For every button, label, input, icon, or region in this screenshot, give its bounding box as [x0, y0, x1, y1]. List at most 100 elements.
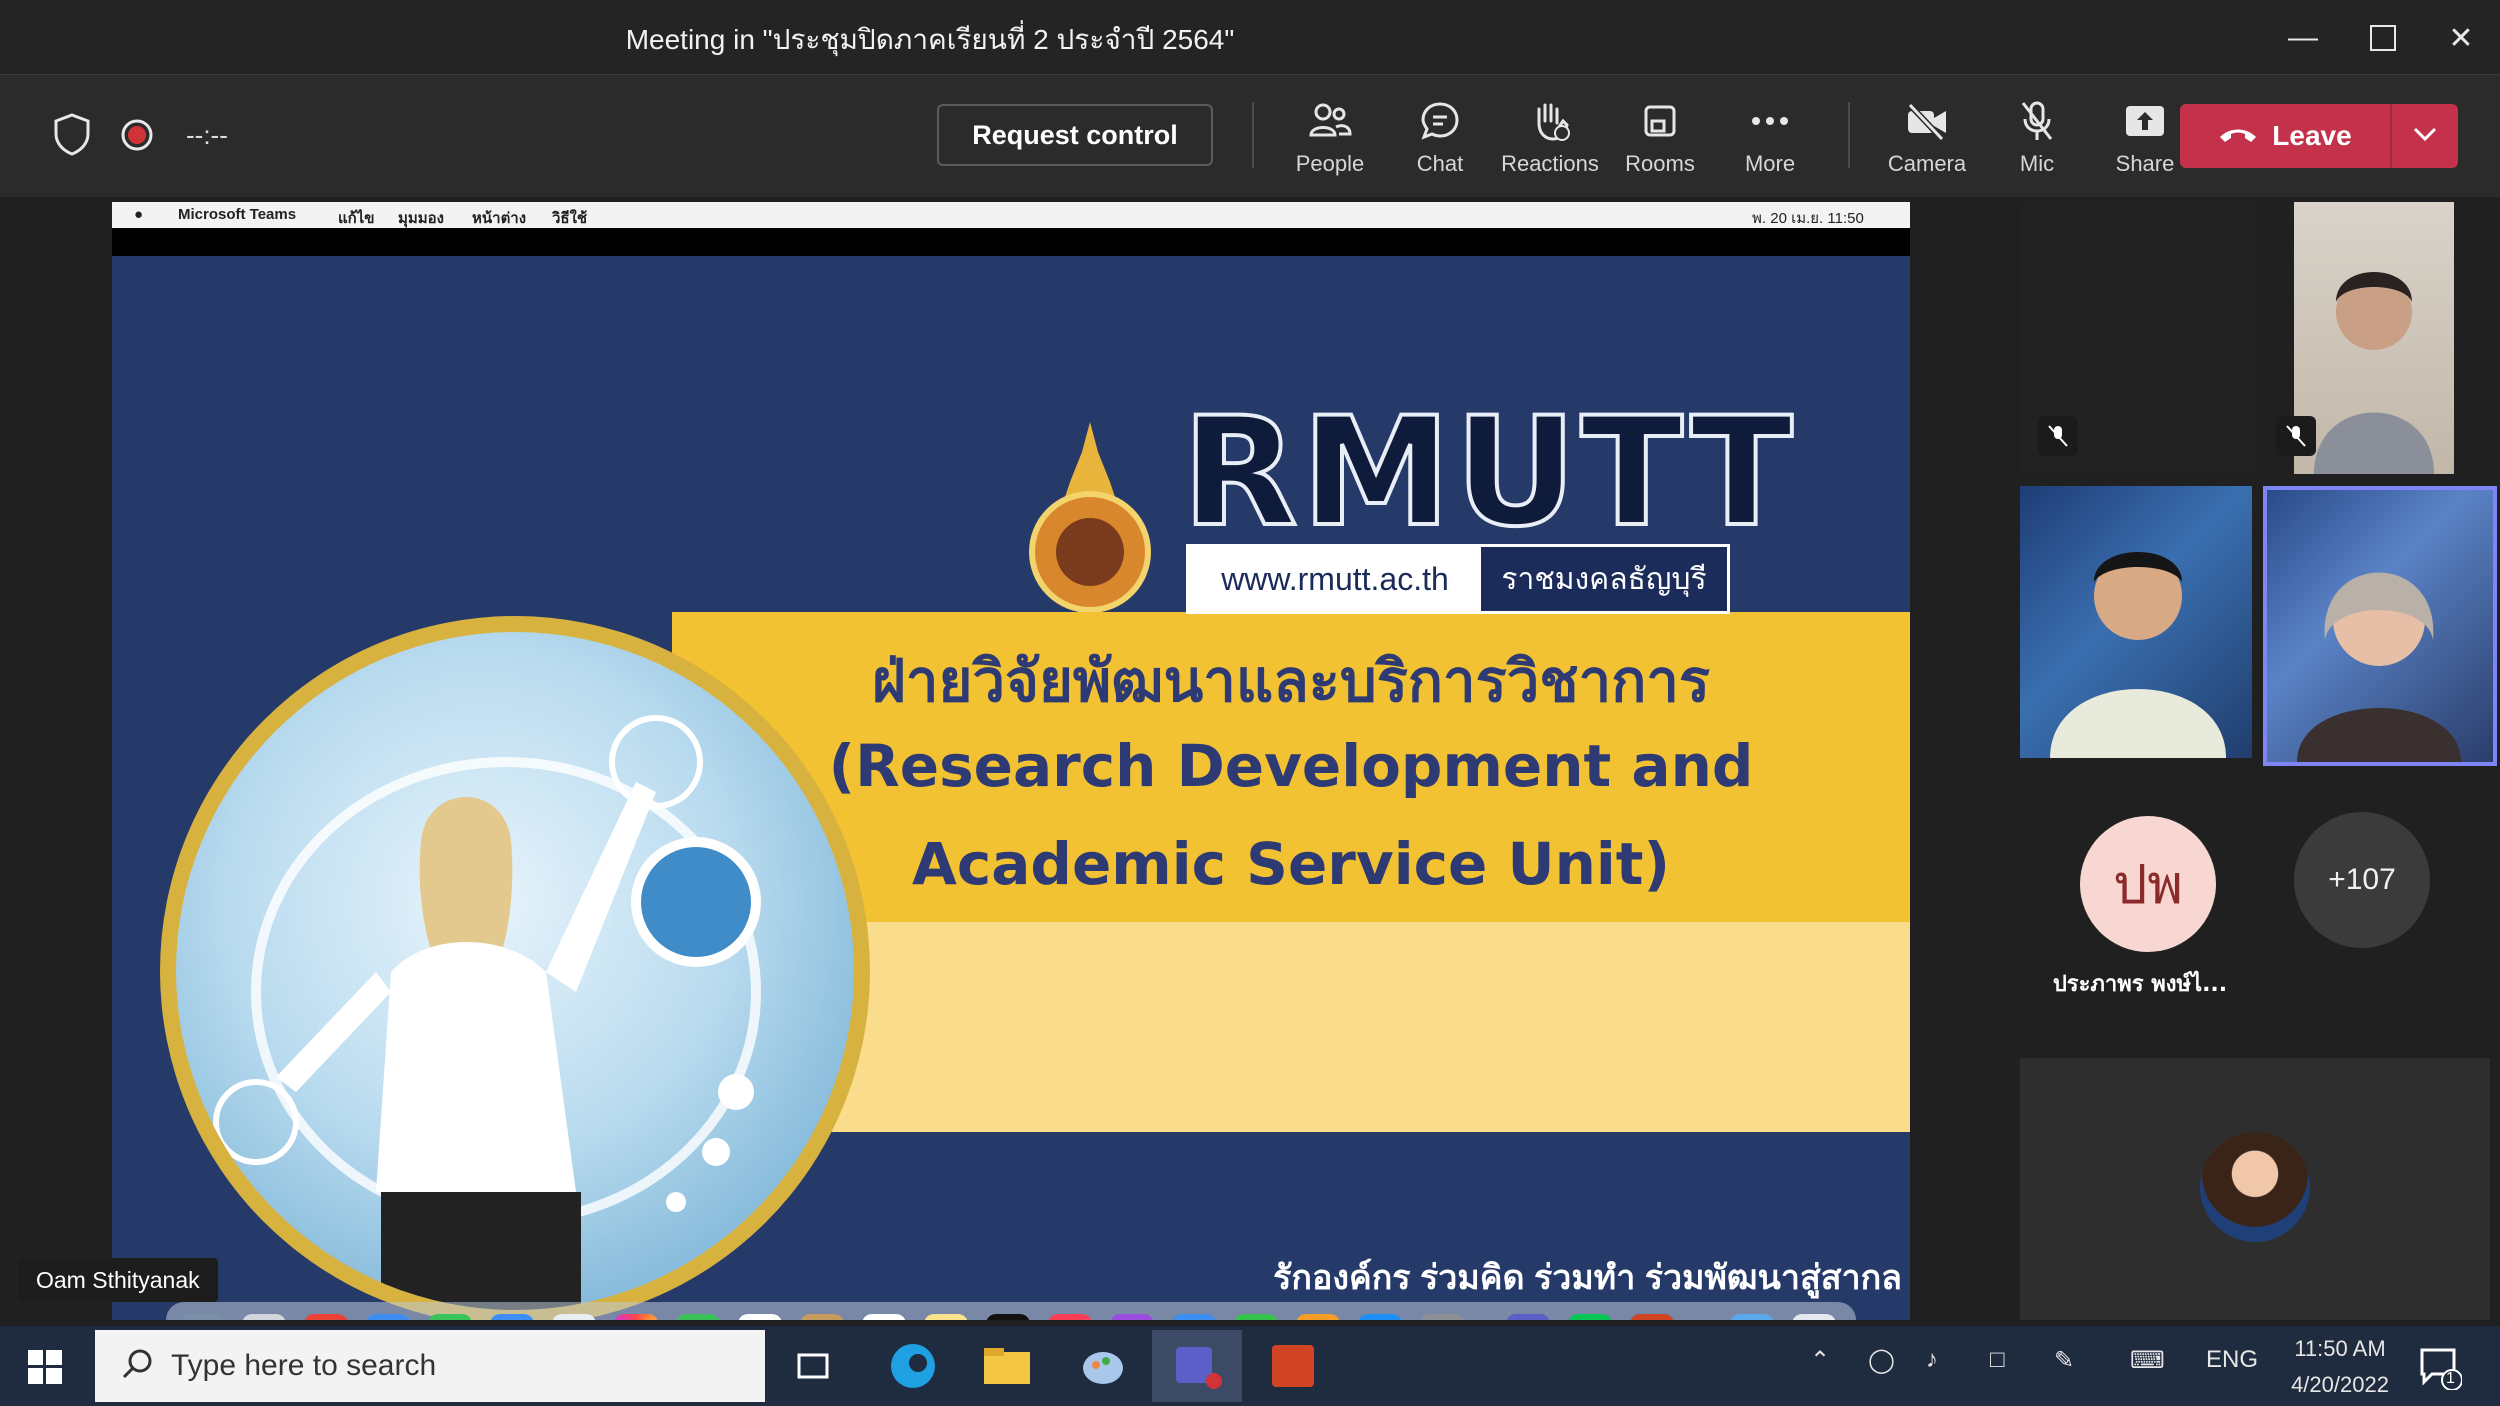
maps-icon[interactable] — [552, 1314, 596, 1320]
recording-icon — [120, 118, 154, 157]
rooms-label: Rooms — [1625, 151, 1695, 176]
line-icon[interactable] — [1568, 1314, 1612, 1320]
messages-icon[interactable] — [428, 1314, 472, 1320]
participant-name: ประภาพร พงษ์ไ... — [2052, 972, 2228, 997]
teams-icon[interactable] — [1506, 1314, 1550, 1320]
notification-center-icon[interactable]: 1 — [2418, 1346, 2463, 1395]
app-store-icon[interactable] — [1358, 1314, 1402, 1320]
pen-icon[interactable]: ✎ — [2054, 1346, 2074, 1375]
slide-illustration — [176, 632, 854, 1310]
more-icon — [1715, 95, 1825, 147]
active-speaker-video[interactable] — [2263, 486, 2497, 766]
participant-video[interactable] — [2020, 202, 2258, 474]
pages-icon[interactable] — [1296, 1314, 1340, 1320]
mic-muted-icon — [2276, 416, 2316, 456]
presenter-name: Oam Sthityanak — [18, 1258, 218, 1302]
system-preferences-icon[interactable] — [1420, 1314, 1464, 1320]
mic-label: Mic — [2019, 151, 2055, 176]
chevron-down-icon — [2413, 127, 2437, 146]
rmutt-url: www.rmutt.ac.th — [1221, 560, 1449, 597]
leave-button[interactable]: Leave — [2180, 104, 2390, 168]
more-label: More — [1744, 151, 1796, 176]
language-indicator[interactable]: ENG — [2206, 1346, 2258, 1374]
university-seal-icon — [1020, 422, 1160, 613]
mic-muted-icon — [2038, 416, 2078, 456]
search-placeholder: Type here to search — [171, 1349, 437, 1382]
close-button[interactable]: ✕ — [2422, 10, 2500, 66]
windows-start-icon[interactable] — [28, 1350, 62, 1389]
task-view-icon[interactable] — [768, 1330, 858, 1402]
mac-menubar: ● Microsoft Teams แก้ไข มุมมอง หน้าต่าง … — [112, 202, 1910, 228]
file-explorer-icon[interactable] — [962, 1330, 1052, 1402]
meeting-timer: --:-- — [186, 120, 228, 150]
request-control-button[interactable]: Request control — [937, 104, 1213, 166]
apple-tv-icon[interactable] — [986, 1314, 1030, 1320]
mac-clock: พ. 20 เม.ย. 11:50 — [1752, 210, 1864, 227]
camera-button[interactable]: Camera — [1872, 95, 1982, 187]
trash-icon[interactable] — [1792, 1314, 1836, 1320]
more-button[interactable]: More — [1715, 95, 1825, 187]
mac-menu-item: มุมมอง — [398, 210, 444, 227]
reminders-icon[interactable] — [862, 1314, 906, 1320]
shared-screen: ● Microsoft Teams แก้ไข มุมมอง หน้าต่าง … — [112, 202, 1910, 1320]
camera-label: Camera — [1887, 151, 1967, 176]
title-bar: Meeting in "ประชุมปิดภาคเรียนที่ 2 ประจำ… — [0, 0, 2500, 75]
toolbar-divider — [1252, 102, 1254, 168]
taskbar-date[interactable]: 4/20/2022 — [2270, 1372, 2410, 1398]
maximize-button[interactable] — [2344, 10, 2422, 66]
calendar-icon[interactable]: 20 — [738, 1314, 782, 1320]
mac-menu-item: แก้ไข — [338, 210, 375, 227]
search-icon — [121, 1348, 153, 1385]
slide-top-border — [112, 228, 1910, 256]
powerpoint-taskbar-icon[interactable] — [1248, 1330, 1338, 1402]
edge-icon[interactable] — [868, 1330, 958, 1402]
slide-slogan: รักองค์กร ร่วมคิด ร่วมทำ ร่วมพัฒนาสู่สาก… — [1273, 1259, 1902, 1297]
shield-icon[interactable] — [52, 112, 92, 161]
reactions-button[interactable]: Reactions — [1495, 95, 1605, 187]
participant-avatar[interactable]: ปพ — [2080, 816, 2216, 952]
minimize-button[interactable]: — — [2264, 10, 2342, 66]
toolbar-divider — [1848, 102, 1850, 168]
volume-icon[interactable]: ♪ — [1926, 1346, 1938, 1374]
mic-off-icon — [1982, 95, 2092, 147]
podcasts-icon[interactable] — [1110, 1314, 1154, 1320]
participant-video[interactable] — [2020, 486, 2252, 758]
leave-options-button[interactable] — [2392, 104, 2458, 168]
downloads-folder-icon[interactable] — [1730, 1314, 1774, 1320]
contacts-icon[interactable] — [800, 1314, 844, 1320]
rooms-button[interactable]: Rooms — [1605, 95, 1715, 187]
launchpad-icon[interactable] — [242, 1314, 286, 1320]
mail-icon[interactable] — [490, 1314, 534, 1320]
leave-button-group: Leave — [2180, 104, 2458, 168]
safari-icon[interactable] — [366, 1314, 410, 1320]
chat-button[interactable]: Chat — [1385, 95, 1495, 187]
more-participants-button[interactable]: +107 — [2294, 812, 2430, 948]
window-title: Meeting in "ประชุมปิดภาคเรียนที่ 2 ประจำ… — [625, 24, 1235, 55]
people-button[interactable]: People — [1275, 95, 1385, 187]
paint-icon[interactable] — [1058, 1330, 1148, 1402]
maximize-icon — [2370, 25, 2396, 51]
taskbar-search-box[interactable]: Type here to search — [95, 1330, 765, 1402]
people-icon — [1275, 95, 1385, 147]
finder-icon[interactable] — [180, 1314, 224, 1320]
photos-icon[interactable] — [614, 1314, 658, 1320]
notes-icon[interactable] — [924, 1314, 968, 1320]
network-icon[interactable]: □ — [1990, 1346, 2005, 1374]
numbers-icon[interactable] — [1234, 1314, 1278, 1320]
keynote-icon[interactable] — [1172, 1314, 1216, 1320]
music-icon[interactable] — [1048, 1314, 1092, 1320]
keyboard-icon[interactable]: ⌨ — [2130, 1346, 2165, 1375]
powerpoint-icon[interactable] — [1630, 1314, 1674, 1320]
mic-button[interactable]: Mic — [1982, 95, 2092, 187]
participant-video[interactable] — [2294, 202, 2454, 474]
chevron-up-icon[interactable]: ⌃ — [1810, 1346, 1830, 1375]
meet-now-icon[interactable]: ◯ — [1868, 1346, 1895, 1375]
hang-up-icon — [2218, 120, 2258, 152]
facetime-icon[interactable] — [676, 1314, 720, 1320]
taskbar-time[interactable]: 11:50 AM — [2280, 1336, 2400, 1362]
teams-taskbar-icon[interactable] — [1152, 1330, 1242, 1402]
mac-menu-item: หน้าต่าง — [472, 210, 527, 227]
rooms-icon — [1605, 95, 1715, 147]
rmutt-logo-box: www.rmutt.ac.th ราชมงคลธัญบุรี — [1186, 544, 1730, 614]
chrome-icon[interactable] — [304, 1314, 348, 1320]
